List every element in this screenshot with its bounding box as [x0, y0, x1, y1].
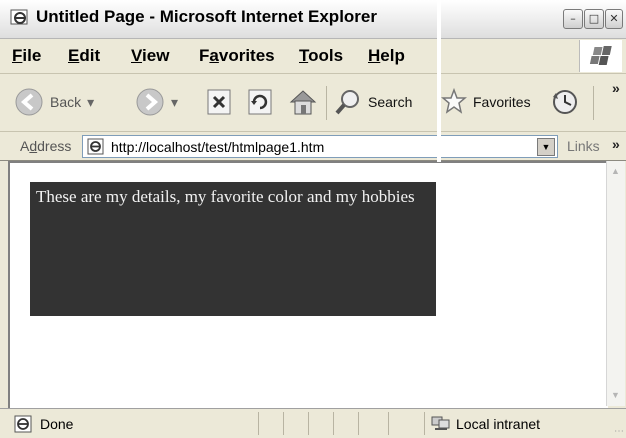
scroll-up-icon[interactable]: ▲	[609, 165, 622, 178]
address-label: Address	[20, 138, 71, 154]
links-button[interactable]: Links	[567, 138, 600, 154]
menu-help-rest: elp	[380, 46, 405, 65]
toolbar-separator	[326, 86, 327, 120]
menu-favorites-accel: a	[209, 46, 219, 65]
address-input[interactable]: http://localhost/test/htmlpage1.htm ▼	[82, 135, 558, 158]
chevron-down-icon[interactable]: ▾	[87, 94, 94, 111]
page-done-icon	[14, 415, 32, 433]
menu-help-accel: H	[368, 46, 381, 65]
status-pane	[388, 412, 389, 435]
status-pane	[283, 412, 284, 435]
home-icon	[289, 90, 317, 115]
menu-view-rest: iew	[142, 46, 170, 65]
minimize-button[interactable]: –	[563, 9, 583, 29]
chevron-down-icon[interactable]: ▼	[537, 138, 555, 156]
status-text: Done	[40, 416, 74, 432]
status-pane	[424, 412, 425, 435]
ie-logo-icon	[10, 9, 28, 25]
back-arrow-icon	[15, 88, 43, 116]
search-label: Search	[368, 94, 413, 110]
menu-tools[interactable]: Tools	[299, 46, 343, 66]
menu-file[interactable]: File	[12, 46, 41, 66]
page-viewport[interactable]: These are my details, my favorite color …	[8, 161, 608, 408]
refresh-icon	[248, 89, 272, 115]
history-icon	[553, 90, 577, 114]
search-icon	[335, 90, 359, 115]
stop-button[interactable]	[204, 82, 234, 122]
window-title: Untitled Page - Microsoft Internet Explo…	[36, 7, 377, 26]
history-button[interactable]	[550, 82, 580, 122]
overlay-marker-line	[437, 0, 441, 162]
links-overflow-icon[interactable]: »	[612, 136, 620, 152]
home-button[interactable]	[287, 82, 319, 122]
refresh-button[interactable]	[245, 82, 275, 122]
scroll-down-icon[interactable]: ▼	[609, 389, 622, 402]
toolbar-overflow-icon[interactable]: »	[612, 80, 620, 96]
address-label-pre: A	[20, 138, 30, 154]
menu-edit[interactable]: Edit	[68, 46, 100, 66]
menu-edit-accel: E	[68, 46, 80, 65]
menu-tools-accel: T	[299, 46, 309, 65]
browser-window: Untitled Page - Microsoft Internet Explo…	[0, 0, 626, 438]
status-pane	[333, 412, 334, 435]
stop-icon	[207, 89, 231, 115]
intranet-zone-icon	[431, 416, 450, 430]
status-pane	[358, 412, 359, 435]
menu-bar: File Edit View Favorites Tools Help	[0, 39, 626, 74]
security-zone-label: Local intranet	[456, 416, 541, 432]
menu-tools-rest: ools	[308, 46, 344, 65]
forward-arrow-icon	[136, 88, 164, 116]
favorites-label: Favorites	[473, 94, 531, 110]
status-bar: Done Local intranet ⋯	[0, 408, 626, 438]
title-bar[interactable]: Untitled Page - Microsoft Internet Explo…	[0, 0, 626, 39]
menu-view-accel: V	[131, 46, 143, 65]
forward-button[interactable]: ▾	[135, 82, 178, 122]
vertical-scrollbar[interactable]: ▲ ▼	[606, 161, 625, 406]
menu-view[interactable]: View	[131, 46, 169, 66]
page-icon	[87, 138, 104, 155]
address-url: http://localhost/test/htmlpage1.htm	[111, 139, 325, 155]
menu-help[interactable]: Help	[368, 46, 405, 66]
menu-file-rest: ile	[22, 46, 42, 65]
menu-edit-rest: dit	[79, 46, 101, 65]
address-label-accel: d	[29, 138, 38, 154]
star-icon	[441, 87, 467, 114]
menu-favorites-rest: vorites	[218, 46, 275, 65]
close-button[interactable]: ✕	[605, 9, 623, 29]
favorites-button[interactable]: Favorites	[441, 82, 531, 122]
menu-favorites[interactable]: Favorites	[199, 46, 275, 66]
toolbar-separator	[593, 86, 594, 120]
details-panel: These are my details, my favorite color …	[30, 182, 436, 316]
back-label: Back	[50, 94, 82, 110]
status-pane	[308, 412, 309, 435]
chevron-down-icon[interactable]: ▾	[171, 94, 178, 111]
menu-file-accel: F	[12, 46, 23, 65]
search-button[interactable]: Search	[334, 82, 412, 122]
back-button[interactable]: Back ▾	[14, 82, 94, 122]
address-label-rest: dress	[37, 138, 72, 154]
toolbar: Back ▾ ▾ Search Favorites »	[0, 74, 626, 132]
address-bar: Address http://localhost/test/htmlpage1.…	[0, 132, 626, 161]
menu-favorites-pre: F	[199, 46, 210, 65]
status-pane	[258, 412, 259, 435]
maximize-button[interactable]: □	[584, 9, 604, 29]
windows-flag-icon	[579, 40, 622, 72]
resize-grip-icon[interactable]: ⋯	[614, 426, 624, 437]
